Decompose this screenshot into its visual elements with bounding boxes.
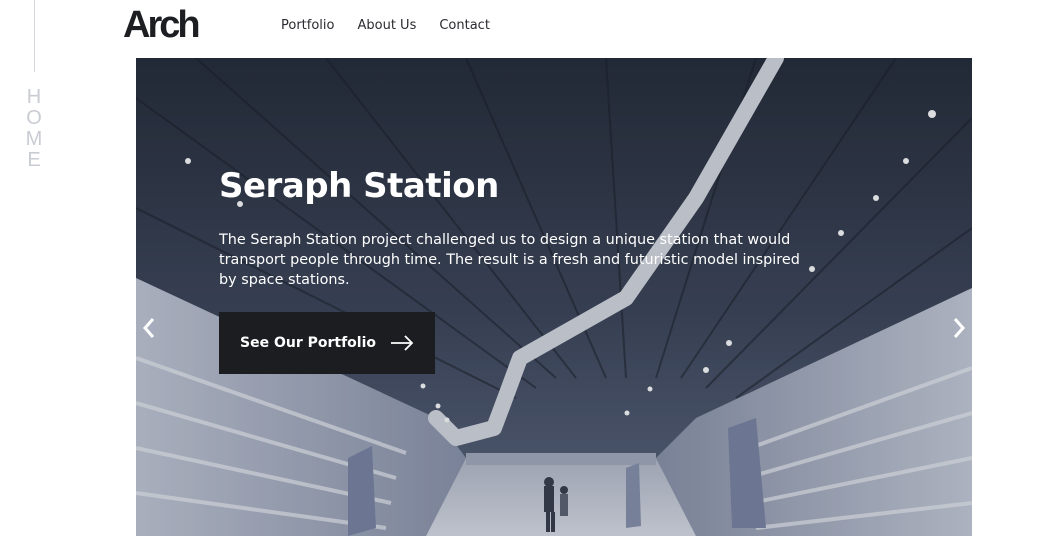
side-divider [34,0,35,72]
hero-background-image [136,58,972,536]
slider-next-button[interactable] [947,316,969,340]
see-our-portfolio-button[interactable]: See Our Portfolio [219,312,435,374]
section-label-home: HOME [25,86,43,171]
logo[interactable]: Arch [123,3,201,47]
arrow-right-icon [391,335,414,351]
main-nav: Portfolio About Us Contact [281,17,490,35]
nav-item-portfolio[interactable]: Portfolio [281,17,334,35]
slider-prev-button[interactable] [139,316,161,340]
cta-label: See Our Portfolio [240,335,376,351]
chevron-left-icon [142,318,155,338]
nav-item-about-us[interactable]: About Us [357,17,416,35]
hero-slider: Seraph Station The Seraph Station projec… [136,58,972,536]
nav-item-contact[interactable]: Contact [439,17,490,35]
hero-description: The Seraph Station project challenged us… [219,232,800,288]
hero-title: Seraph Station [219,166,499,206]
chevron-right-icon [953,318,966,338]
